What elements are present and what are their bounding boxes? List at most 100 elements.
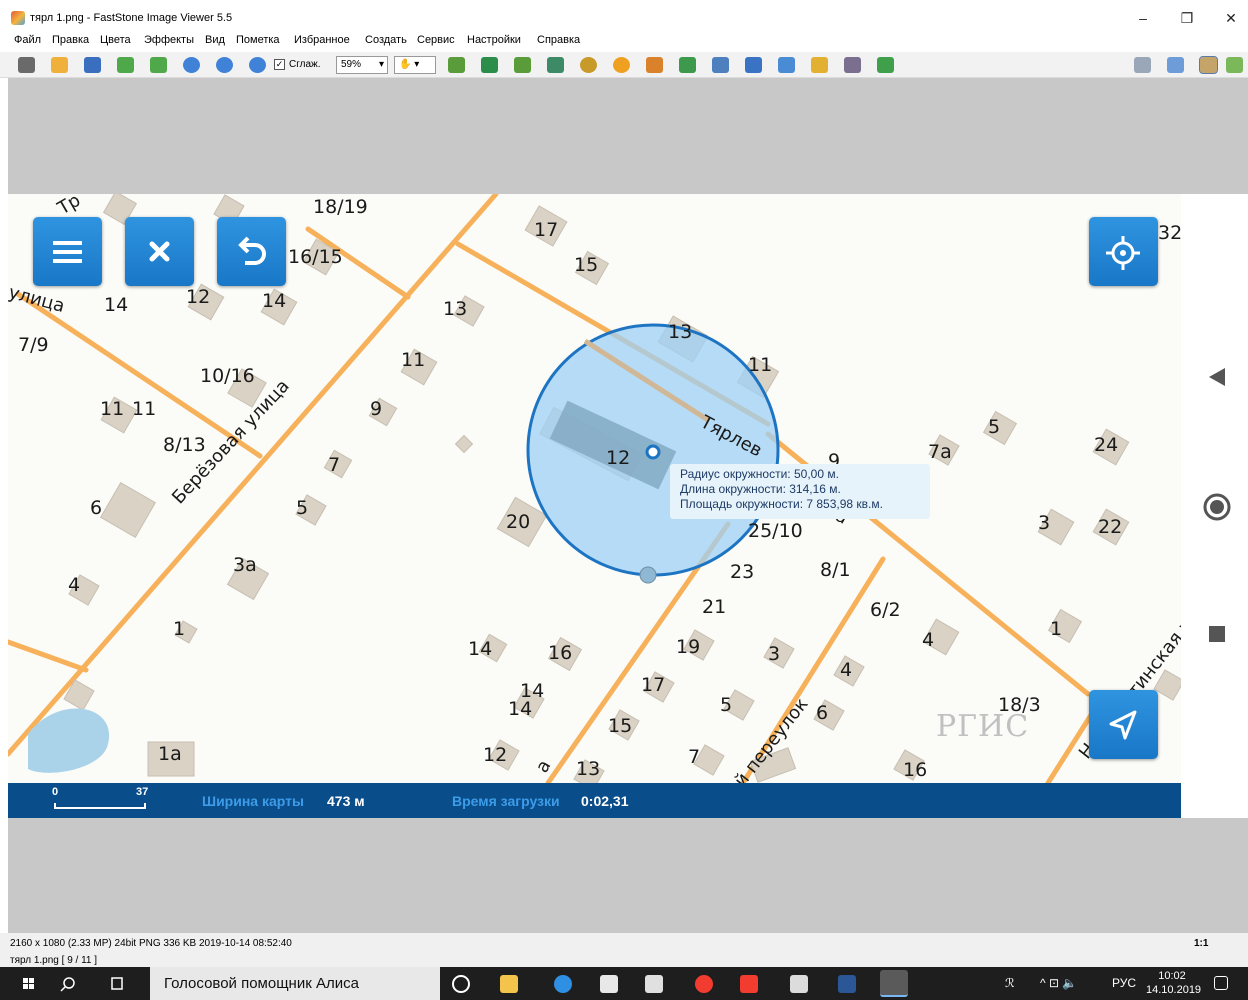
rgis-watermark: РГИС bbox=[936, 709, 1030, 744]
menu-view[interactable]: Вид bbox=[205, 34, 225, 46]
person-icon[interactable] bbox=[580, 57, 597, 73]
rotate-left-icon[interactable] bbox=[646, 57, 663, 73]
zoom-ratio[interactable]: 1:1 bbox=[1194, 938, 1208, 949]
batch-icon[interactable] bbox=[745, 57, 762, 73]
file-position: тярл 1.png [ 9 / 11 ] bbox=[10, 955, 98, 966]
faststone-taskbar-icon[interactable] bbox=[880, 970, 908, 997]
house-number: 16 bbox=[548, 642, 573, 664]
house-number: 3 bbox=[768, 643, 781, 665]
circle-info-tooltip: Радиус окружности: 50,00 м. Длина окружн… bbox=[670, 464, 930, 519]
navigate-button[interactable] bbox=[1089, 690, 1158, 759]
menu-file[interactable]: Файл bbox=[14, 34, 41, 46]
resize-icon[interactable] bbox=[547, 57, 564, 73]
menu-colors[interactable]: Цвета bbox=[100, 34, 131, 46]
zoom-select[interactable]: 59% ▾ bbox=[336, 56, 388, 74]
house-number: 21 bbox=[702, 596, 727, 618]
language-indicator[interactable]: РУС bbox=[1112, 976, 1136, 990]
draw-icon[interactable] bbox=[778, 57, 795, 73]
map-width-label: Ширина карты bbox=[202, 793, 304, 809]
hand-tool-select[interactable]: ✋ ▾ bbox=[394, 56, 436, 74]
tray-icons[interactable]: ^ ⊡ 🔈 bbox=[1040, 976, 1077, 990]
next-image-icon[interactable] bbox=[150, 57, 167, 73]
layout-thumbs-icon[interactable] bbox=[1134, 57, 1151, 73]
zoom-out-icon[interactable] bbox=[216, 57, 233, 73]
house-number: 1 bbox=[1050, 618, 1063, 640]
house-number: 14 bbox=[508, 698, 533, 720]
menu-effects[interactable]: Эффекты bbox=[144, 34, 194, 46]
circle-length: Длина окружности: 314,16 м. bbox=[680, 482, 841, 496]
browser-icon[interactable] bbox=[18, 57, 35, 73]
clock-date: 14.10.2019 bbox=[1146, 984, 1202, 996]
house-number: 13 bbox=[668, 321, 693, 343]
edge-icon[interactable] bbox=[554, 975, 572, 993]
menu-edit[interactable]: Правка bbox=[52, 34, 89, 46]
house-number: 6 bbox=[816, 702, 829, 724]
7zip-icon[interactable] bbox=[790, 975, 808, 993]
smooth-checkbox[interactable]: ✓ bbox=[274, 59, 285, 70]
email-icon[interactable] bbox=[811, 57, 828, 73]
clock-time: 10:02 bbox=[1158, 970, 1186, 982]
menu-help[interactable]: Справка bbox=[537, 34, 580, 46]
open-folder-icon[interactable] bbox=[51, 57, 68, 73]
wallpaper-icon[interactable] bbox=[877, 57, 894, 73]
house-number: 5 bbox=[720, 694, 733, 716]
fullscreen-icon[interactable] bbox=[1226, 57, 1243, 73]
crop-icon[interactable] bbox=[514, 57, 531, 73]
menu-tools[interactable]: Сервис bbox=[417, 34, 455, 46]
minimize-button[interactable]: – bbox=[1128, 6, 1158, 30]
explorer-icon[interactable] bbox=[500, 975, 518, 993]
smooth-label: Сглаж. bbox=[289, 59, 321, 70]
menu-markup[interactable]: Пометка bbox=[236, 34, 280, 46]
menu-create[interactable]: Создать bbox=[365, 34, 407, 46]
clear-button[interactable] bbox=[125, 217, 194, 286]
notifications-icon[interactable] bbox=[1214, 976, 1228, 990]
crosshair-icon bbox=[1106, 236, 1140, 270]
prev-image-icon[interactable] bbox=[117, 57, 134, 73]
actual-size-icon[interactable] bbox=[249, 57, 266, 73]
compare-icon[interactable] bbox=[481, 57, 498, 73]
store-icon[interactable] bbox=[600, 975, 618, 993]
rotate-right-icon[interactable] bbox=[679, 57, 696, 73]
house-number: 24 bbox=[1094, 434, 1119, 456]
yandex-icon[interactable] bbox=[740, 975, 758, 993]
menu-settings[interactable]: Настройки bbox=[467, 34, 521, 46]
house-number: 7 bbox=[328, 454, 341, 476]
house-number: 15 bbox=[608, 715, 633, 737]
restore-button[interactable]: ❐ bbox=[1172, 6, 1202, 30]
menu-favorites[interactable]: Избранное bbox=[294, 34, 350, 46]
house-number: 4 bbox=[68, 574, 81, 596]
house-number: 6 bbox=[90, 497, 103, 519]
my-location-button[interactable] bbox=[1089, 217, 1158, 286]
title-bar: тярл 1.png - FastStone Image Viewer 5.5 … bbox=[0, 0, 1248, 34]
house-number: 12 bbox=[186, 286, 211, 308]
house-number: 6/2 bbox=[870, 599, 901, 621]
house-number: 5 bbox=[988, 416, 1001, 438]
scale-end-label: 37 bbox=[136, 786, 149, 798]
mail-icon[interactable] bbox=[645, 975, 663, 993]
save-icon[interactable] bbox=[84, 57, 101, 73]
microphone-icon[interactable] bbox=[452, 975, 470, 993]
undo-button[interactable] bbox=[217, 217, 286, 286]
circle-area: Площадь окружности: 7 853,98 кв.м. bbox=[680, 497, 883, 511]
house-number: 9 bbox=[370, 398, 383, 420]
clock[interactable]: 10:02 14.10.2019 bbox=[1146, 969, 1202, 997]
yandex-browser-icon[interactable] bbox=[695, 975, 713, 993]
house-number: 7 bbox=[688, 746, 701, 768]
print-icon[interactable] bbox=[844, 57, 861, 73]
navigation-arrow-icon bbox=[1109, 710, 1137, 740]
map-view[interactable]: Берёзовая улица улица Тярлев й переулок … bbox=[8, 194, 1181, 783]
alice-search-box[interactable]: Голосовой помощник Алиса bbox=[150, 967, 440, 1000]
menu-button[interactable] bbox=[33, 217, 102, 286]
load-time-label: Время загрузки bbox=[452, 793, 560, 809]
layout-single-icon[interactable] bbox=[1199, 56, 1218, 74]
slideshow-icon[interactable] bbox=[448, 57, 465, 73]
user-icon[interactable]: ℛ bbox=[1005, 976, 1015, 990]
word-icon[interactable] bbox=[838, 975, 856, 993]
flip-icon[interactable] bbox=[712, 57, 729, 73]
layout-split-icon[interactable] bbox=[1167, 57, 1184, 73]
house-number: 10/16 bbox=[200, 365, 255, 387]
zoom-in-icon[interactable] bbox=[183, 57, 200, 73]
brightness-icon[interactable] bbox=[613, 57, 630, 73]
close-window-button[interactable]: ✕ bbox=[1216, 6, 1246, 30]
viewer-status-bar: 2160 x 1080 (2.33 MP) 24bit PNG 336 KB 2… bbox=[0, 933, 1248, 967]
